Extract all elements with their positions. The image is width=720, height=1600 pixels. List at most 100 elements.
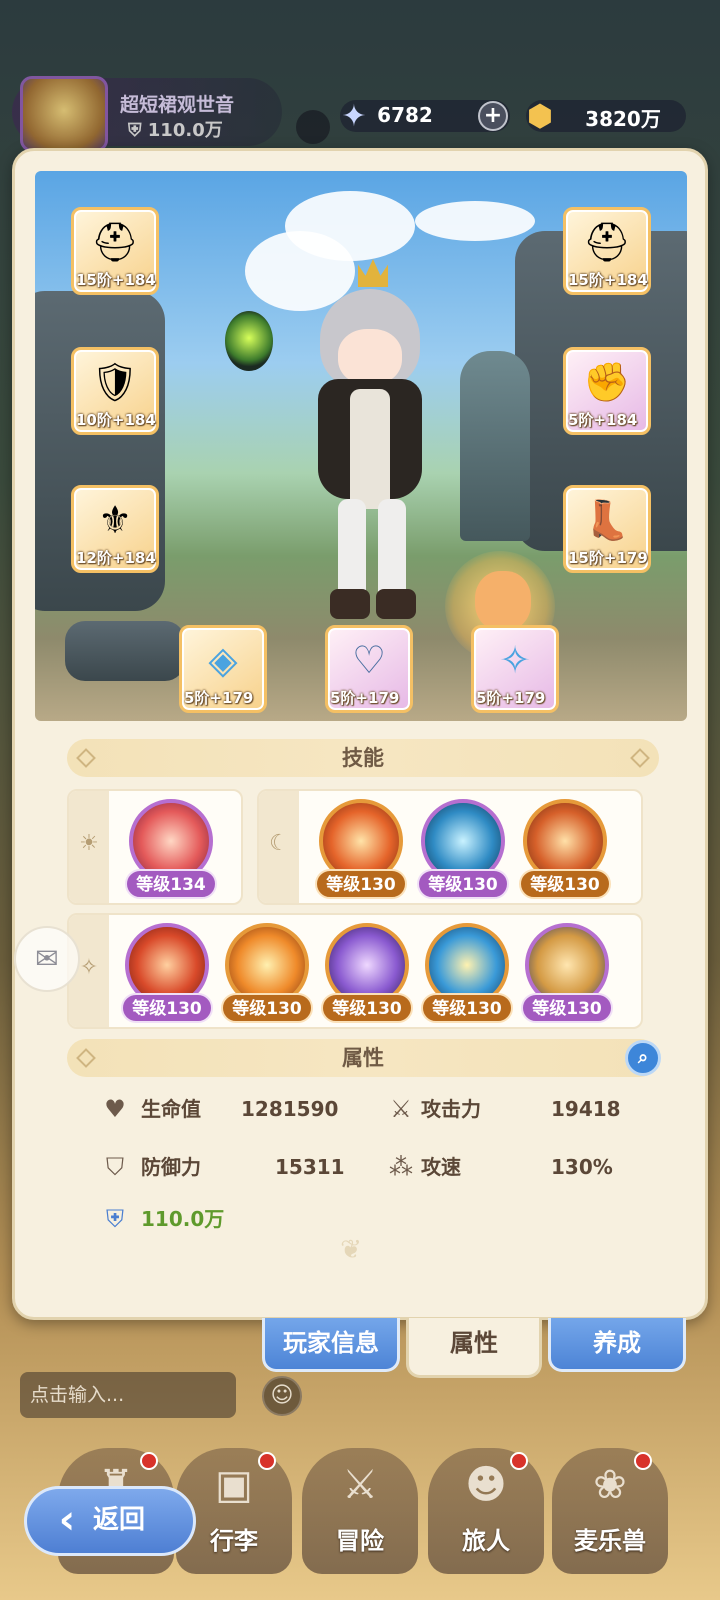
equip-label: 5阶+179 xyxy=(330,689,400,707)
skill-level: 等级130 xyxy=(421,993,513,1023)
tab-player-info[interactable]: 玩家信息 xyxy=(262,1318,400,1372)
panel-ornament: ❦ xyxy=(340,1235,362,1265)
equip-label: 10阶+184 xyxy=(76,411,156,429)
gem-currency: ✦ 6782 + xyxy=(340,99,510,134)
char-boot xyxy=(376,589,416,619)
gem-amount: 6782 xyxy=(377,103,433,127)
skill-slot[interactable]: 等级134 xyxy=(125,799,217,899)
pet-companion xyxy=(225,311,273,371)
notification-dot xyxy=(258,1452,276,1470)
notification-dot xyxy=(510,1452,528,1470)
crossed-swords-icon: ⚔ xyxy=(390,1095,412,1123)
emoji-button[interactable]: ☺ xyxy=(262,1376,302,1416)
equip-label: 12阶+184 xyxy=(76,549,156,567)
tab-attributes[interactable]: 属性 xyxy=(406,1318,542,1378)
skill-slot[interactable]: 等级130 xyxy=(519,799,611,899)
skill-level: 等级130 xyxy=(321,993,413,1023)
skill-group-sun: ☀ 等级134 xyxy=(67,789,243,905)
def-value: 15311 xyxy=(275,1155,345,1179)
gold-amount: 3820万 xyxy=(585,107,661,131)
ornament-diamond xyxy=(76,1048,96,1068)
search-icon: ⌕ xyxy=(637,1047,649,1068)
tab-develop[interactable]: 养成 xyxy=(548,1318,686,1372)
skill-slot[interactable]: 等级130 xyxy=(417,799,509,899)
notification-dot xyxy=(634,1452,652,1470)
skill-group-star: ✧ 等级130 等级130 等级130 等级130 等级130 xyxy=(67,913,643,1029)
attributes-header: 属性 ⌕ xyxy=(67,1039,661,1077)
headgear-icon: ⛑ xyxy=(582,220,632,264)
back-button[interactable]: ‹ 返回 xyxy=(24,1486,196,1556)
char-boot xyxy=(330,589,370,619)
skill-level: 等级130 xyxy=(315,869,407,899)
character-panel: ⛑ 15阶+184 🛡 10阶+184 ⚜ 12阶+184 ⛑ 15阶+184 … xyxy=(12,148,708,1320)
equip-slot-headgear[interactable]: ⛑ 15阶+184 xyxy=(563,207,651,295)
hp-label: 生命值 xyxy=(141,1097,201,1121)
skill-level: 等级130 xyxy=(417,869,509,899)
traveler-icon: ☻ xyxy=(465,1462,507,1508)
skill-slot[interactable]: 等级130 xyxy=(121,923,213,1023)
character-scene: ⛑ 15阶+184 🛡 10阶+184 ⚜ 12阶+184 ⛑ 15阶+184 … xyxy=(35,171,687,721)
skill-level: 等级130 xyxy=(519,869,611,899)
equip-label: 5阶+184 xyxy=(568,411,638,429)
nav-pets-label: 麦乐兽 xyxy=(574,1527,646,1555)
gold-currency: ⬢ 3820万 xyxy=(526,99,686,134)
nav-adventure[interactable]: ⚔ 冒险 xyxy=(302,1448,418,1574)
equip-label: 15阶+184 xyxy=(568,271,648,289)
boots-icon: 👢 xyxy=(583,498,631,542)
belt-icon: ⚜ xyxy=(97,498,133,542)
cloud xyxy=(415,201,535,241)
notification-dot xyxy=(140,1452,158,1470)
nav-traveler-label: 旅人 xyxy=(462,1527,510,1555)
equip-slot-gloves[interactable]: ✊ 5阶+184 xyxy=(563,347,651,435)
spd-value: 130% xyxy=(551,1155,613,1179)
equip-slot-armor[interactable]: 🛡 10阶+184 xyxy=(71,347,159,435)
skill-slot[interactable]: 等级130 xyxy=(321,923,413,1023)
crossed-swords-icon: ⚔ xyxy=(342,1462,378,1508)
equip-slot-amulet[interactable]: ✧ 5阶+179 xyxy=(471,625,559,713)
gloves-icon: ✊ xyxy=(583,360,631,404)
equip-label: 15阶+179 xyxy=(568,549,648,567)
char-face xyxy=(338,329,402,385)
attribute-detail-button[interactable]: ⌕ xyxy=(625,1040,661,1076)
spd-label: 攻速 xyxy=(421,1155,461,1179)
atk-label: 攻击力 xyxy=(421,1097,481,1121)
heart-icon: ♥ xyxy=(104,1095,126,1123)
ornament-diamond xyxy=(630,748,650,768)
skill-slot[interactable]: 等级130 xyxy=(221,923,313,1023)
nav-traveler[interactable]: ☻ 旅人 xyxy=(428,1448,544,1574)
add-gems-button[interactable]: + xyxy=(478,101,508,131)
attributes-title: 属性 xyxy=(342,1046,384,1070)
player-power: ⛨ 110.0万 xyxy=(128,120,223,141)
char-dress xyxy=(350,389,390,509)
skill-group-moon: ☾ 等级130 等级130 等级130 xyxy=(257,789,643,905)
nav-pets[interactable]: ❀ 麦乐兽 xyxy=(552,1448,668,1574)
tower xyxy=(460,351,530,541)
character-model[interactable] xyxy=(280,259,460,639)
chat-input[interactable]: 点击输入... xyxy=(20,1372,236,1418)
equip-slot-ring[interactable]: ◈ 5阶+179 xyxy=(179,625,267,713)
equip-slot-boots[interactable]: 👢 15阶+179 xyxy=(563,485,651,573)
pet-mini-icon[interactable] xyxy=(296,110,330,144)
helmet-icon: ⛑ xyxy=(90,220,140,264)
equip-slot-helmet[interactable]: ⛑ 15阶+184 xyxy=(71,207,159,295)
moon-icon: ☾ xyxy=(269,831,289,856)
skill-slot[interactable]: 等级130 xyxy=(521,923,613,1023)
skill-slot[interactable]: 等级130 xyxy=(315,799,407,899)
equip-label: 5阶+179 xyxy=(476,689,546,707)
nav-adventure-label: 冒险 xyxy=(336,1527,384,1555)
power-value: 110.0万 xyxy=(141,1207,225,1231)
atk-value: 19418 xyxy=(551,1097,621,1121)
skill-level: 等级130 xyxy=(221,993,313,1023)
chest-icon: ▣ xyxy=(215,1462,253,1508)
equip-slot-belt[interactable]: ⚜ 12阶+184 xyxy=(71,485,159,573)
def-label: 防御力 xyxy=(141,1155,201,1179)
equip-slot-necklace[interactable]: ♡ 5阶+179 xyxy=(325,625,413,713)
player-avatar[interactable] xyxy=(20,76,108,152)
skills-title: 技能 xyxy=(342,746,384,770)
skill-slot[interactable]: 等级130 xyxy=(421,923,513,1023)
chat-bubble-icon[interactable]: ✉ xyxy=(14,926,80,992)
ring-icon: ◈ xyxy=(208,638,238,682)
skill-level: 等级130 xyxy=(121,993,213,1023)
equip-label: 15阶+184 xyxy=(76,271,156,289)
power-shield-icon: ⛨ xyxy=(106,1205,124,1233)
